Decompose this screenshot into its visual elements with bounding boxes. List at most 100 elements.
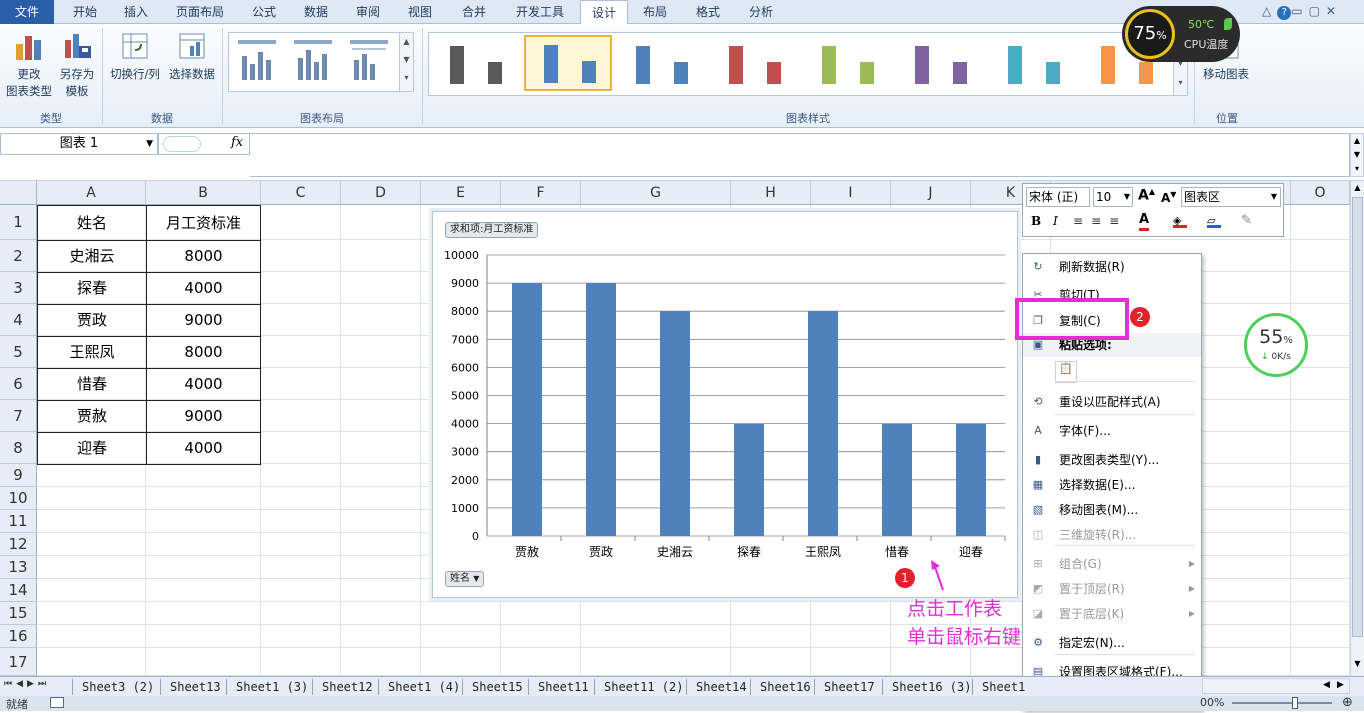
grow-font-button[interactable]: A▲: [1138, 187, 1155, 204]
column-header[interactable]: H: [731, 181, 811, 205]
formula-toggle[interactable]: [163, 136, 201, 152]
sheet-tab[interactable]: Sheet11: [538, 679, 589, 695]
align-buttons[interactable]: ≡≡≡: [1073, 214, 1127, 228]
table-cell[interactable]: 月工资标准: [146, 205, 261, 241]
format-painter-icon[interactable]: ✎: [1241, 213, 1252, 228]
tab-ribbon-6[interactable]: 审阅: [346, 0, 390, 24]
row-header[interactable]: 14: [0, 579, 37, 602]
chart-layout-option-3[interactable]: [343, 35, 397, 91]
table-cell[interactable]: 4000: [146, 432, 261, 465]
tab-ribbon-7[interactable]: 视图: [394, 0, 446, 24]
tab-ribbon-1[interactable]: 开始: [58, 0, 112, 24]
change-chart-type-button[interactable]: 更改 图表类型: [4, 30, 54, 100]
row-header[interactable]: 4: [0, 304, 37, 336]
sheet-nav-buttons[interactable]: ⏮◀▶⏭: [4, 679, 50, 689]
minimize-icon[interactable]: ▭: [1291, 4, 1308, 18]
fill-color-icon[interactable]: ◈: [1173, 214, 1187, 228]
column-header[interactable]: D: [341, 181, 421, 205]
table-cell[interactable]: 贾政: [37, 304, 147, 337]
context-menu-item[interactable]: ▮ 更改图表类型(Y)...: [1023, 448, 1201, 472]
tab-file[interactable]: 文件: [0, 0, 54, 24]
horizontal-scrollbar[interactable]: ◀ ▶: [1202, 678, 1350, 694]
bar[interactable]: [882, 423, 912, 536]
sheet-tab[interactable]: Sheet11 (2): [604, 679, 683, 695]
align-right-icon[interactable]: ≡: [1109, 214, 1127, 228]
save-as-template-button[interactable]: 另存为 模板: [56, 30, 98, 100]
row-header[interactable]: 7: [0, 400, 37, 432]
bar[interactable]: [512, 283, 542, 536]
row-header[interactable]: 5: [0, 336, 37, 368]
align-left-icon[interactable]: ≡: [1073, 214, 1091, 228]
table-cell[interactable]: 贾赦: [37, 400, 147, 433]
row-header[interactable]: 9: [0, 464, 37, 487]
chart-style-option-5[interactable]: [803, 35, 891, 91]
table-cell[interactable]: 9000: [146, 304, 261, 337]
bar[interactable]: [734, 423, 764, 536]
tab-ribbon-3[interactable]: 页面布局: [162, 0, 238, 24]
table-cell[interactable]: 王熙凤: [37, 336, 147, 369]
sheet-tab[interactable]: Sheet13: [170, 679, 221, 695]
cpu-widget[interactable]: 75% 50℃ CPU温度: [1122, 6, 1240, 62]
table-cell[interactable]: 探春: [37, 272, 147, 305]
close-icon[interactable]: ✕: [1326, 4, 1342, 18]
scroll-left-icon[interactable]: ◀: [1323, 680, 1330, 690]
sheet-tab[interactable]: Sheet1 (3): [236, 679, 308, 695]
font-size-select[interactable]: 10 ▼: [1093, 187, 1133, 207]
column-header[interactable]: I: [811, 181, 891, 205]
chart-style-option-3[interactable]: [617, 35, 705, 91]
table-cell[interactable]: 8000: [146, 240, 261, 273]
bold-button[interactable]: B: [1031, 214, 1041, 228]
sheet-tab[interactable]: Sheet12: [322, 679, 373, 695]
tab-ribbon-9[interactable]: 开发工具: [502, 0, 578, 24]
zoom-level[interactable]: 00%: [1200, 696, 1224, 709]
tab-ribbon-2[interactable]: 插入: [114, 0, 158, 24]
table-cell[interactable]: 4000: [146, 368, 261, 401]
chart-style-option-7[interactable]: [989, 35, 1077, 91]
context-menu-item[interactable]: ▧ 移动图表(M)...: [1023, 498, 1201, 522]
sheet-tab[interactable]: Sheet17: [824, 679, 875, 695]
column-header[interactable]: O: [1291, 181, 1350, 205]
help-icon[interactable]: ?: [1277, 6, 1292, 20]
table-cell[interactable]: 8000: [146, 336, 261, 369]
zoom-slider-thumb[interactable]: [1292, 697, 1298, 709]
network-widget[interactable]: 55% ↓ 0K/s: [1244, 313, 1308, 377]
row-header[interactable]: 17: [0, 648, 37, 676]
chart-layout-option-2[interactable]: [287, 35, 341, 91]
bar[interactable]: [956, 423, 986, 536]
chart-style-option-4[interactable]: [710, 35, 798, 91]
restore-icon[interactable]: ▢: [1309, 4, 1326, 18]
first-sheet-icon[interactable]: ⏮: [4, 679, 16, 689]
context-menu-item[interactable]: ⚙ 指定宏(N)...: [1023, 631, 1201, 655]
table-cell[interactable]: 姓名: [37, 205, 147, 241]
row-header[interactable]: 12: [0, 533, 37, 556]
macro-record-icon[interactable]: [50, 697, 64, 708]
outline-color-icon[interactable]: ▱: [1207, 214, 1221, 228]
chart-style-option-6[interactable]: [896, 35, 984, 91]
tab-ribbon-11[interactable]: 布局: [630, 0, 680, 24]
italic-button[interactable]: I: [1053, 214, 1058, 228]
formula-input[interactable]: [250, 133, 1350, 177]
zoom-in-icon[interactable]: ⊕: [1342, 695, 1353, 710]
sheet-tab[interactable]: Sheet14: [696, 679, 747, 695]
row-header[interactable]: 15: [0, 602, 37, 625]
context-menu-item[interactable]: ▦ 选择数据(E)...: [1023, 473, 1201, 497]
tab-ribbon-12[interactable]: 格式: [682, 0, 734, 24]
chart-style-option-2[interactable]: [524, 35, 612, 91]
row-header[interactable]: 8: [0, 432, 37, 464]
tab-ribbon-10[interactable]: 设计: [580, 0, 628, 25]
context-menu-item[interactable]: ⟲ 重设以匹配样式(A): [1023, 390, 1201, 414]
column-header[interactable]: F: [501, 181, 581, 205]
row-header[interactable]: 10: [0, 487, 37, 510]
column-header[interactable]: C: [261, 181, 341, 205]
row-header[interactable]: 2: [0, 240, 37, 272]
select-all-corner[interactable]: [0, 181, 37, 205]
row-header[interactable]: 13: [0, 556, 37, 579]
tab-ribbon-8[interactable]: 合并: [450, 0, 498, 24]
tab-ribbon-13[interactable]: 分析: [738, 0, 784, 24]
row-header[interactable]: 11: [0, 510, 37, 533]
column-header[interactable]: B: [146, 181, 261, 205]
align-center-icon[interactable]: ≡: [1091, 214, 1109, 228]
collapse-ribbon-icon[interactable]: △: [1262, 4, 1277, 18]
sheet-tab[interactable]: Sheet1: [982, 679, 1025, 695]
pivot-chart[interactable]: 求和项:月工资标准 10000 9000 8000 7000 6000 5000 4000 3…: [432, 211, 1018, 598]
